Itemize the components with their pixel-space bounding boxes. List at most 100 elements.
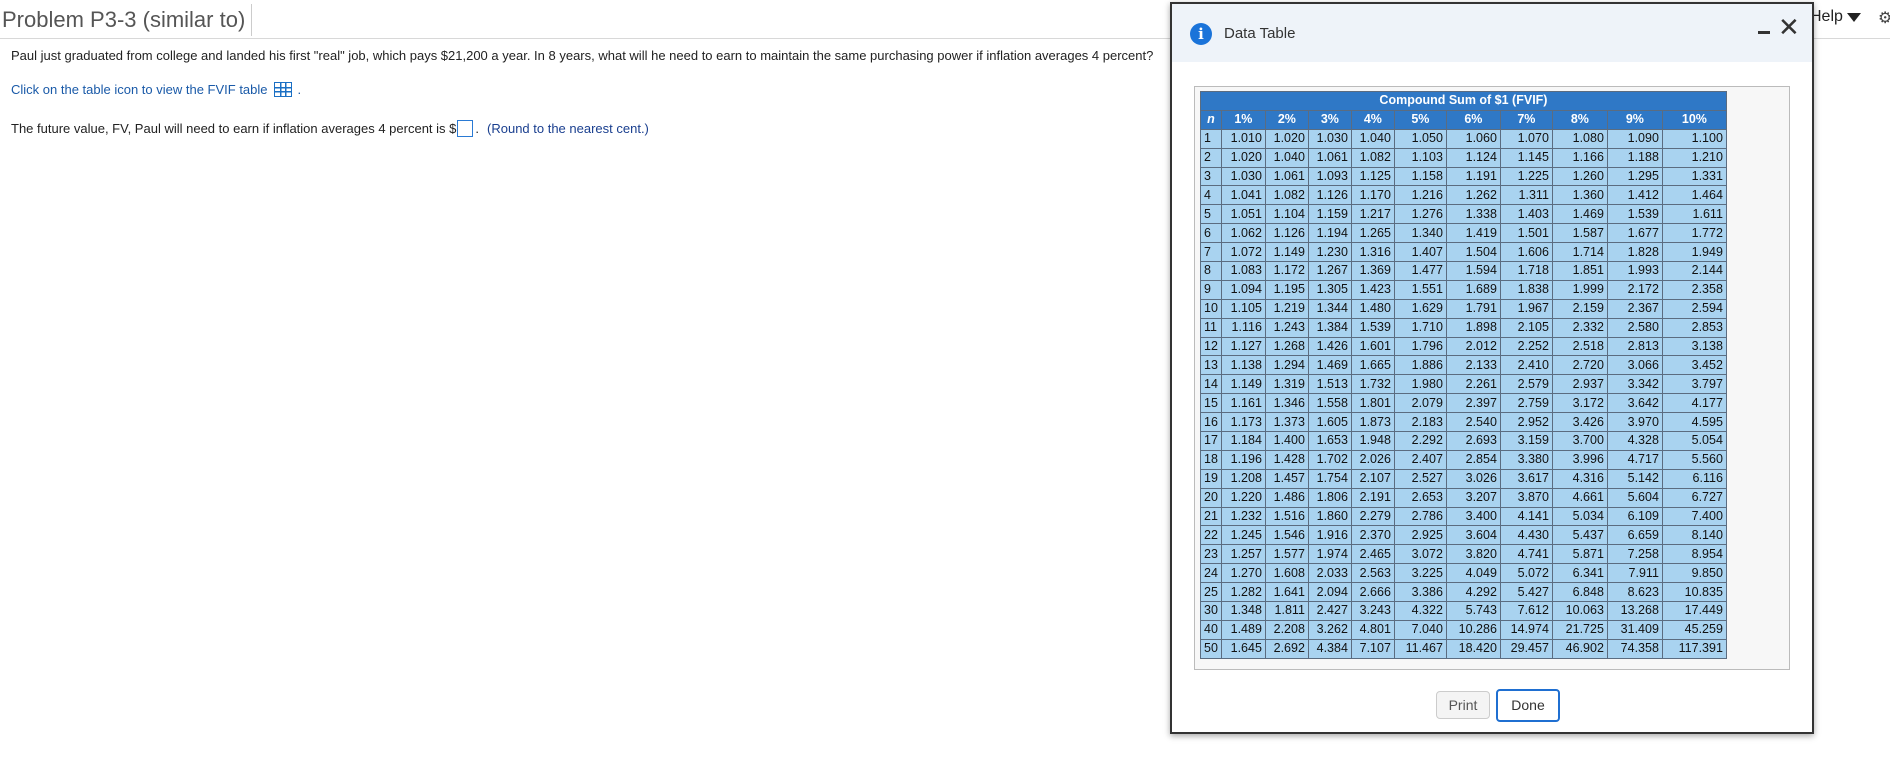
- fvif-cell: 1.677: [1606, 223, 1663, 244]
- fvif-cell: 3.225: [1393, 563, 1447, 584]
- table-row: 21 1.232 1.516 1.860 2.279 2.786 3.400 4.141 5.0…: [1200, 506, 1727, 527]
- period-cell: 21: [1200, 506, 1222, 527]
- fvif-cell: 2.854: [1445, 449, 1501, 470]
- print-button[interactable]: Print: [1436, 691, 1490, 719]
- help-menu[interactable]: Help: [1810, 8, 1861, 26]
- period-cell: 13: [1200, 355, 1222, 376]
- fvif-cell: 2.580: [1606, 317, 1663, 338]
- table-row: 11 1.116 1.243 1.384 1.539 1.710 1.898 2.105 2.3…: [1200, 317, 1727, 338]
- fvif-cell: 1.516: [1264, 506, 1309, 527]
- fvif-cell: 1.477: [1393, 261, 1447, 281]
- fvif-cell: 3.066: [1606, 355, 1663, 376]
- modal-header: i Data Table ✕: [1172, 4, 1812, 62]
- column-header-rate: 6%: [1445, 109, 1501, 130]
- fvif-cell: 2.594: [1661, 298, 1727, 319]
- column-header-rate: 8%: [1551, 109, 1608, 130]
- fvif-cell: 6.659: [1606, 525, 1663, 546]
- fvif-cell: 7.107: [1350, 638, 1395, 659]
- fvif-cell: 4.595: [1661, 412, 1727, 433]
- fvif-cell: 3.138: [1661, 336, 1727, 357]
- fvif-cell: 2.208: [1264, 619, 1309, 640]
- table-row: 40 1.489 2.208 3.262 4.801 7.040 10.286 14.974 2…: [1200, 619, 1727, 640]
- fvif-cell: 1.423: [1350, 279, 1395, 300]
- table-icon[interactable]: [273, 82, 292, 97]
- fvif-cell: 1.464: [1661, 185, 1727, 206]
- round-note: (Round to the nearest cent.): [487, 121, 649, 136]
- table-row: 6 1.062 1.126 1.194 1.265 1.340 1.419 1.501 1.58…: [1200, 223, 1727, 244]
- fvif-cell: 1.040: [1264, 147, 1309, 168]
- fvif-link-label[interactable]: Click on the table icon to view the FVIF…: [11, 82, 268, 97]
- fvif-cell: 10.286: [1445, 619, 1501, 640]
- fvif-link-period: .: [297, 82, 302, 97]
- column-header-n: n: [1200, 109, 1222, 130]
- fvif-cell: 18.420: [1445, 638, 1501, 659]
- fvif-cell: 31.409: [1606, 619, 1663, 640]
- fvif-cell: 1.641: [1264, 582, 1309, 603]
- period-cell: 25: [1200, 582, 1222, 603]
- fvif-cell: 1.629: [1393, 298, 1447, 319]
- fvif-cell: 2.370: [1350, 525, 1395, 546]
- fvif-table-link[interactable]: Click on the table icon to view the FVIF…: [11, 82, 301, 97]
- fvif-cell: 2.094: [1307, 582, 1352, 603]
- fvif-cell: 1.480: [1350, 298, 1395, 319]
- period-cell: 5: [1200, 204, 1222, 225]
- table-row: 24 1.270 1.608 2.033 2.563 3.225 4.049 5.072 6.3…: [1200, 563, 1727, 584]
- fvif-cell: 6.109: [1606, 506, 1663, 527]
- fvif-cell: 1.191: [1445, 166, 1501, 187]
- fvif-cell: 1.243: [1264, 317, 1309, 338]
- fvif-cell: 2.133: [1445, 355, 1501, 376]
- fvif-cell: 1.587: [1551, 223, 1608, 244]
- table-row: 12 1.127 1.268 1.426 1.601 1.796 2.012 2.252 2.5…: [1200, 336, 1727, 357]
- fvif-cell: 1.838: [1499, 279, 1553, 300]
- fvif-cell: 7.040: [1393, 619, 1447, 640]
- fvif-cell: 4.801: [1350, 619, 1395, 640]
- fvif-cell: 1.504: [1445, 242, 1501, 263]
- fvif-cell: 3.797: [1661, 374, 1727, 395]
- fvif-cell: 3.243: [1350, 601, 1395, 621]
- fvif-cell: 1.173: [1220, 412, 1266, 433]
- table-row: 30 1.348 1.811 2.427 3.243 4.322 5.743 7.612 10.…: [1200, 601, 1727, 621]
- info-icon: i: [1190, 23, 1212, 45]
- fvif-cell: 2.159: [1551, 298, 1608, 319]
- fvif-cell: 1.403: [1499, 204, 1553, 225]
- fvif-cell: 10.063: [1551, 601, 1608, 621]
- fvif-cell: 2.937: [1551, 374, 1608, 395]
- fvif-cell: 1.428: [1264, 449, 1309, 470]
- done-button[interactable]: Done: [1496, 689, 1560, 722]
- answer-input[interactable]: [457, 120, 474, 137]
- answer-line: The future value, FV, Paul will need to …: [11, 120, 649, 137]
- fvif-cell: 3.452: [1661, 355, 1727, 376]
- fvif-cell: 4.177: [1661, 393, 1727, 414]
- fvif-cell: 1.653: [1307, 431, 1352, 451]
- fvif-cell: 3.386: [1393, 582, 1447, 603]
- fvif-cell: 1.457: [1264, 468, 1309, 489]
- fvif-cell: 5.437: [1551, 525, 1608, 546]
- period-cell: 1: [1200, 128, 1222, 149]
- caret-down-icon[interactable]: [1846, 12, 1861, 22]
- close-icon[interactable]: ✕: [1778, 14, 1800, 40]
- fvif-cell: 2.653: [1393, 487, 1447, 508]
- fvif-cell: 1.125: [1350, 166, 1395, 187]
- period-cell: 19: [1200, 468, 1222, 489]
- table-frame: Compound Sum of $1 (FVIF) n 1% 2% 3% 4% 5% 6% 7…: [1194, 86, 1790, 670]
- fvif-cell: 4.717: [1606, 449, 1663, 470]
- fvif-cell: 5.072: [1499, 563, 1553, 584]
- fvif-cell: 8.623: [1606, 582, 1663, 603]
- fvif-cell: 2.693: [1445, 431, 1501, 451]
- fvif-cell: 6.116: [1661, 468, 1727, 489]
- fvif-table: Compound Sum of $1 (FVIF) n 1% 2% 3% 4% 5% 6% 7…: [1200, 91, 1727, 659]
- fvif-cell: 1.090: [1606, 128, 1663, 149]
- fvif-cell: 1.159: [1307, 204, 1352, 225]
- fvif-cell: 1.257: [1220, 544, 1266, 565]
- question-text: Paul just graduated from college and lan…: [11, 48, 1154, 63]
- fvif-cell: 1.689: [1445, 279, 1501, 300]
- period-cell: 16: [1200, 412, 1222, 433]
- fvif-cell: 1.082: [1264, 185, 1309, 206]
- fvif-cell: 4.384: [1307, 638, 1352, 659]
- fvif-cell: 1.020: [1220, 147, 1266, 168]
- gear-icon[interactable]: ⚙: [1878, 8, 1890, 28]
- minimize-icon[interactable]: [1758, 31, 1770, 34]
- fvif-cell: 1.010: [1220, 128, 1266, 149]
- table-row: 20 1.220 1.486 1.806 2.191 2.653 3.207 3.870 4.6…: [1200, 487, 1727, 508]
- help-label[interactable]: Help: [1810, 8, 1843, 26]
